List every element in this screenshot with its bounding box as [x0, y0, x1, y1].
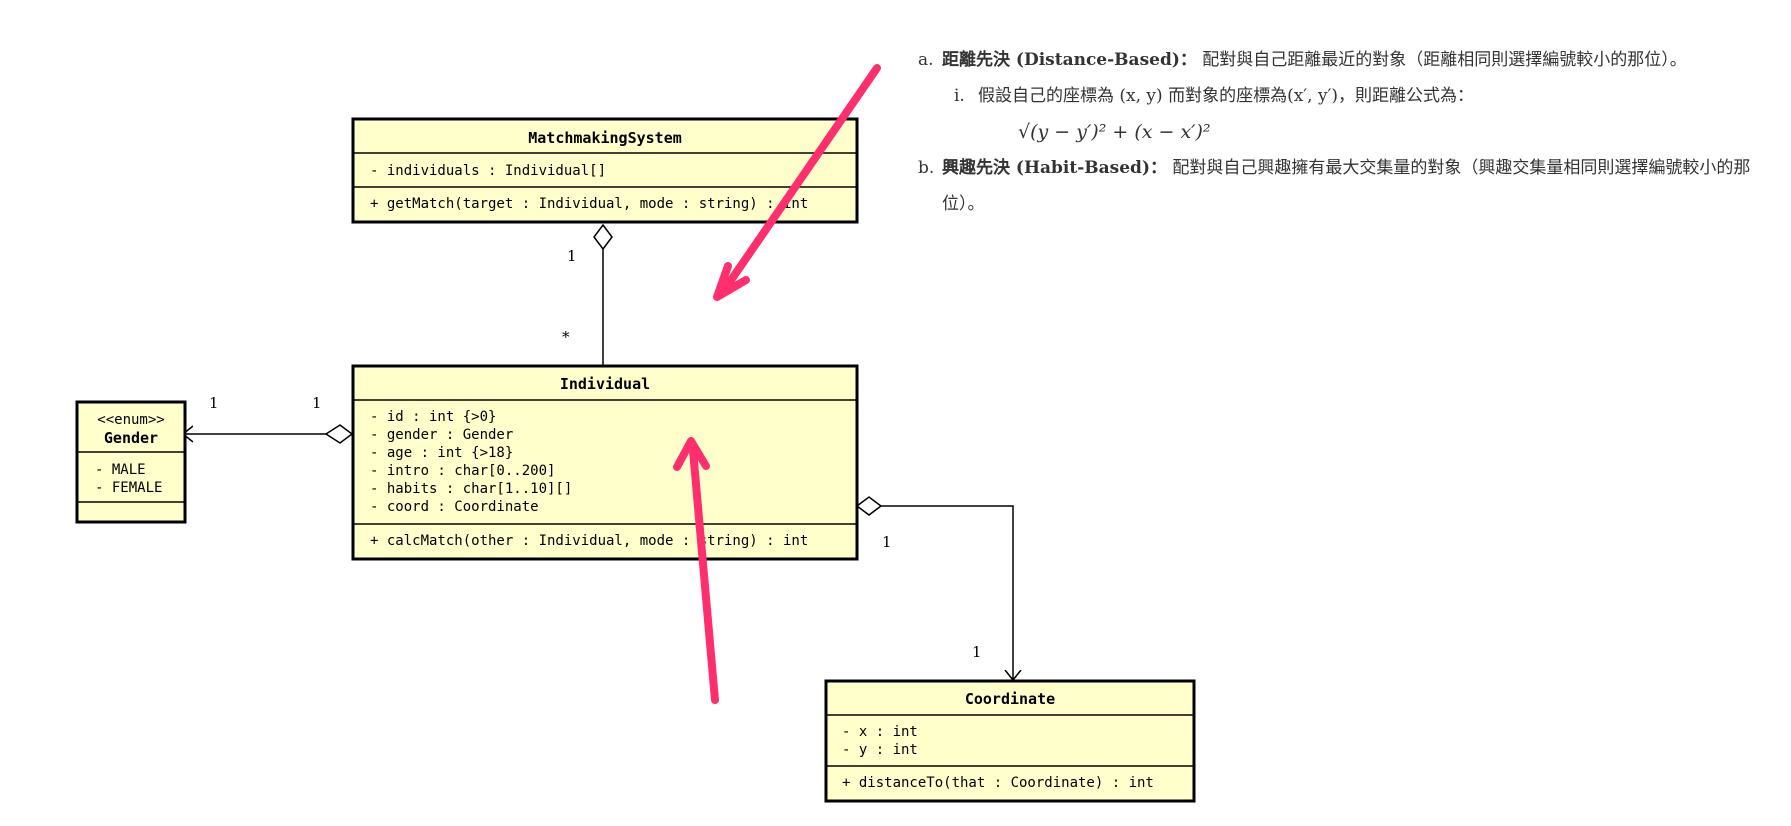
class-operation: + getMatch(target : Individual, mode : s…	[370, 196, 808, 212]
class-attribute: - habits : char[1..10][]	[370, 481, 572, 497]
note-distance-based: a. 距離先決 (Distance-Based)： 配對與自己距離最近的對象（距…	[918, 42, 1778, 78]
multiplicity-label: 1	[882, 533, 892, 551]
multiplicity-label: 1	[567, 247, 577, 265]
class-attribute: - individuals : Individual[]	[370, 163, 606, 179]
class-attribute: - intro : char[0..200]	[370, 463, 555, 479]
note-term: 興趣先決 (Habit-Based)：	[942, 158, 1167, 178]
class-attribute: - coord : Coordinate	[370, 499, 539, 515]
aggregation-diamond	[855, 496, 883, 516]
note-habit-based: b. 興趣先決 (Habit-Based)： 配對與自己興趣擁有最大交集量的對象…	[918, 150, 1778, 222]
note-distance-formula: i. 假設自己的座標為 (x, y) 而對象的座標為(x′, y′)，則距離公式…	[936, 78, 1778, 150]
requirements-notes: a. 距離先決 (Distance-Based)： 配對與自己距離最近的對象（距…	[918, 42, 1778, 222]
multiplicity-label: *	[562, 328, 570, 346]
class-name: Coordinate	[965, 690, 1055, 708]
class-individual: Individual - id : int {>0} - gender : Ge…	[351, 364, 859, 561]
aggregation-diamond	[324, 424, 354, 444]
enum-literal: - FEMALE	[95, 480, 162, 496]
note-term: 距離先決 (Distance-Based)：	[942, 50, 1197, 70]
class-attribute: - age : int {>18}	[370, 445, 513, 461]
class-stereotype: <<enum>>	[97, 412, 164, 428]
multiplicity-label: 1	[209, 394, 219, 412]
multiplicity-label: 1	[312, 394, 322, 412]
aggregation-matchmaking-individual	[593, 223, 613, 365]
distance-formula: √(y − y′)² + (x − x′)²	[1018, 121, 1211, 143]
class-operation: + distanceTo(that : Coordinate) : int	[842, 775, 1154, 791]
note-text: 配對與自己距離最近的對象（距離相同則選擇編號較小的那位）。	[1202, 50, 1687, 70]
class-gender-enum: <<enum>> Gender - MALE - FEMALE	[75, 400, 187, 524]
aggregation-diamond	[593, 223, 613, 251]
note-text: 假設自己的座標為 (x, y) 而對象的座標為(x′, y′)，則距離公式為：	[978, 86, 1475, 106]
class-operation: + calcMatch(other : Individual, mode : s…	[370, 533, 808, 549]
list-marker: a.	[918, 50, 934, 70]
multiplicity-label: 1	[972, 643, 982, 661]
class-attribute: - y : int	[842, 742, 918, 758]
class-attribute: - x : int	[842, 724, 918, 740]
list-marker: b.	[918, 158, 935, 178]
enum-literal: - MALE	[95, 462, 146, 478]
class-coordinate: Coordinate - x : int - y : int + distanc…	[824, 679, 1196, 803]
class-name: MatchmakingSystem	[528, 129, 682, 147]
class-attribute: - id : int {>0}	[370, 409, 496, 425]
association-individual-gender	[183, 424, 354, 444]
list-marker: i.	[954, 86, 965, 106]
class-attribute: - gender : Gender	[370, 427, 513, 443]
class-name: Gender	[104, 429, 158, 447]
association-individual-coordinate	[855, 496, 1013, 680]
class-name: Individual	[560, 375, 650, 393]
